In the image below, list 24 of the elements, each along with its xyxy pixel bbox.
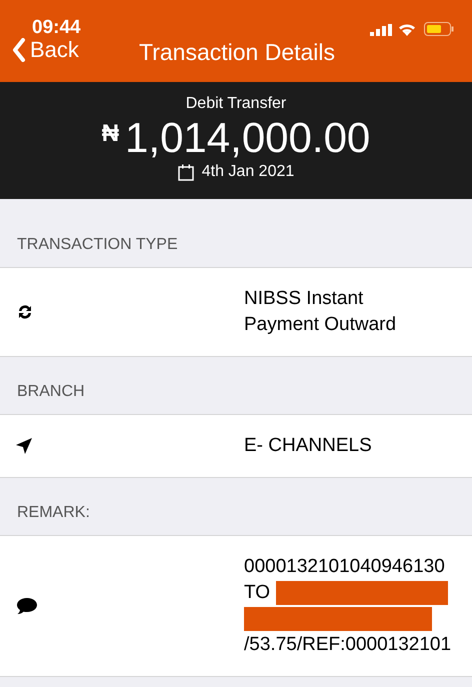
chevron-left-icon bbox=[12, 38, 26, 62]
detail-value: Payment Outward bbox=[244, 313, 396, 337]
detail-value: NIBSS Instant bbox=[244, 287, 364, 311]
location-arrow-icon bbox=[16, 438, 32, 454]
status-time: 09:44 bbox=[32, 18, 81, 37]
transfer-type: Debit Transfer bbox=[186, 94, 286, 114]
currency-symbol: ₦ bbox=[102, 122, 120, 146]
transaction-date: 4th Jan 2021 bbox=[202, 162, 294, 182]
section-header: REMARK: bbox=[17, 503, 90, 523]
wifi-icon bbox=[398, 22, 416, 36]
signal-icon bbox=[370, 24, 392, 36]
back-button[interactable]: Back bbox=[12, 38, 79, 62]
battery-icon bbox=[424, 22, 454, 36]
detail-value: /53.75/REF:0000132101 bbox=[244, 633, 452, 657]
detail-value: E- CHANNELS bbox=[244, 434, 372, 458]
calendar-icon bbox=[178, 164, 194, 180]
section-header: BRANCH bbox=[17, 382, 85, 402]
speech-bubble-icon bbox=[16, 597, 38, 615]
section-header: TRANSACTION TYPE bbox=[17, 235, 178, 255]
refresh-icon bbox=[16, 304, 34, 320]
detail-value: 0000132101040946130 bbox=[244, 555, 446, 579]
detail-value: TO bbox=[244, 581, 270, 605]
amount: 1,014,000.00 bbox=[125, 114, 370, 162]
page-title: Transaction Details bbox=[139, 38, 336, 66]
